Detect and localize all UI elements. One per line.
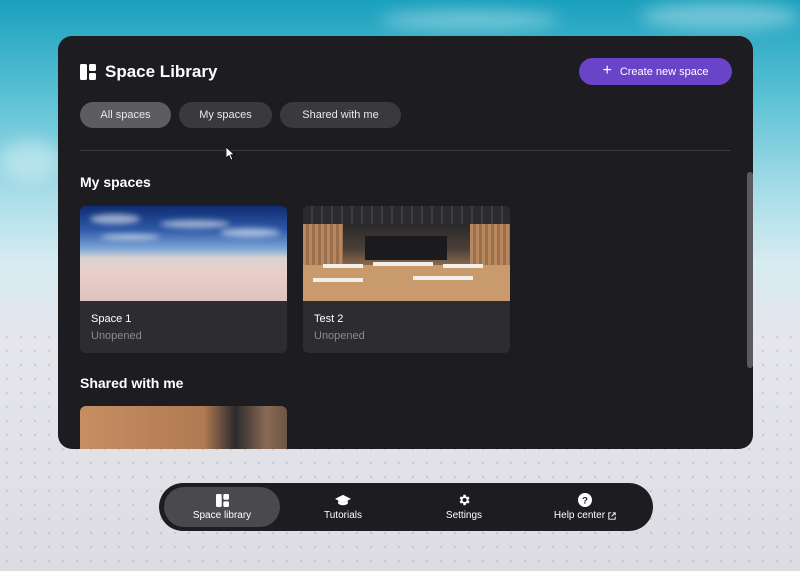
space-thumbnail bbox=[303, 206, 510, 301]
section-title-my-spaces: My spaces bbox=[80, 174, 151, 190]
create-new-space-label: Create new space bbox=[619, 65, 709, 78]
section-title-shared-with-me: Shared with me bbox=[80, 375, 184, 391]
dock-label-wrapper: Help center bbox=[554, 510, 616, 521]
space-card-shared[interactable] bbox=[80, 406, 287, 449]
space-thumbnail bbox=[80, 406, 287, 449]
dock-item-space-library[interactable]: Space library bbox=[164, 487, 280, 527]
plus-icon: + bbox=[602, 61, 612, 79]
gear-icon bbox=[457, 493, 471, 507]
graduation-cap-icon bbox=[335, 494, 351, 507]
space-name: Test 2 bbox=[314, 313, 344, 325]
page-title: Space Library bbox=[105, 62, 218, 81]
space-status: Unopened bbox=[91, 330, 142, 342]
space-thumbnail bbox=[80, 206, 287, 301]
tab-my-spaces[interactable]: My spaces bbox=[179, 102, 272, 128]
dock-item-tutorials[interactable]: Tutorials bbox=[285, 487, 401, 527]
dock-label: Settings bbox=[445, 510, 483, 521]
mouse-cursor-icon bbox=[225, 146, 236, 166]
space-card-test-2[interactable]: Test 2 Unopened bbox=[303, 206, 510, 353]
background-cloud bbox=[0, 140, 60, 180]
background-cloud bbox=[640, 2, 800, 30]
tab-all-spaces[interactable]: All spaces bbox=[80, 102, 171, 128]
library-icon bbox=[215, 493, 229, 507]
dock-label: Tutorials bbox=[324, 509, 362, 521]
filter-tabs: All spaces My spaces Shared with me bbox=[80, 102, 401, 128]
space-library-panel: Space Library + Create new space All spa… bbox=[58, 36, 753, 449]
bottom-dock: Space library Tutorials Settings ? Help … bbox=[159, 483, 653, 531]
external-link-icon bbox=[608, 511, 616, 520]
background-cloud bbox=[380, 10, 560, 30]
divider bbox=[80, 150, 731, 151]
space-name: Space 1 bbox=[91, 313, 132, 325]
create-new-space-button[interactable]: + Create new space bbox=[579, 58, 732, 85]
scrollbar[interactable] bbox=[747, 172, 753, 368]
space-status: Unopened bbox=[314, 330, 365, 342]
dock-item-settings[interactable]: Settings bbox=[406, 487, 522, 527]
dock-item-help-center[interactable]: ? Help center bbox=[527, 487, 643, 527]
library-icon bbox=[80, 64, 96, 80]
panel-header: Space Library bbox=[80, 62, 217, 82]
svg-text:?: ? bbox=[582, 496, 588, 507]
tab-shared-with-me[interactable]: Shared with me bbox=[280, 102, 401, 128]
question-icon: ? bbox=[578, 493, 592, 507]
dock-label: Space library bbox=[192, 509, 252, 521]
dock-label: Help center bbox=[553, 510, 606, 521]
space-card-space-1[interactable]: Space 1 Unopened bbox=[80, 206, 287, 353]
